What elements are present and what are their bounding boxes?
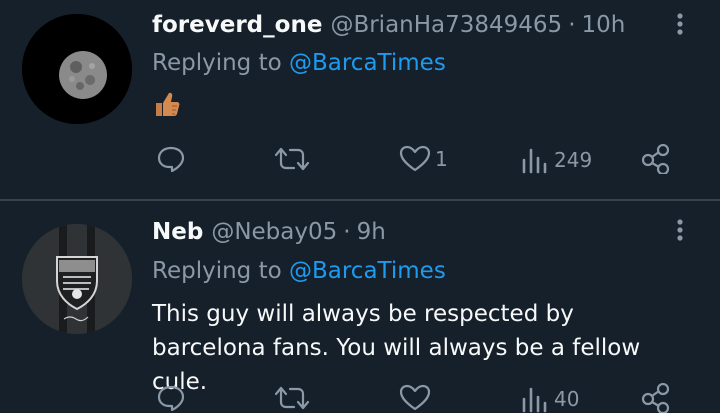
replying-to-line: Replying to @BarcaTimes (152, 258, 446, 284)
user-handle[interactable]: @Nebay05 (211, 219, 337, 245)
tweet[interactable]: Neb @Nebay05 · 9h Replying to @BarcaTime… (0, 0, 720, 413)
reply-button[interactable] (156, 384, 186, 412)
views-icon (522, 387, 547, 413)
timestamp[interactable]: 9h (357, 219, 386, 245)
reply-icon (157, 385, 185, 412)
share-icon (641, 383, 670, 413)
share-button[interactable] (640, 383, 670, 413)
replying-prefix: Replying to (152, 258, 282, 284)
more-options-icon[interactable] (672, 216, 688, 248)
avatar[interactable] (22, 224, 132, 334)
separator-dot: · (343, 219, 351, 245)
views-button[interactable]: 40 (520, 385, 579, 413)
display-name[interactable]: Neb (152, 219, 203, 245)
retweet-button[interactable] (272, 384, 312, 412)
like-button[interactable] (399, 384, 431, 412)
heart-icon (399, 384, 431, 411)
views-count: 40 (554, 387, 580, 411)
retweet-icon (274, 386, 310, 410)
mention-link[interactable]: @BarcaTimes (289, 258, 446, 284)
